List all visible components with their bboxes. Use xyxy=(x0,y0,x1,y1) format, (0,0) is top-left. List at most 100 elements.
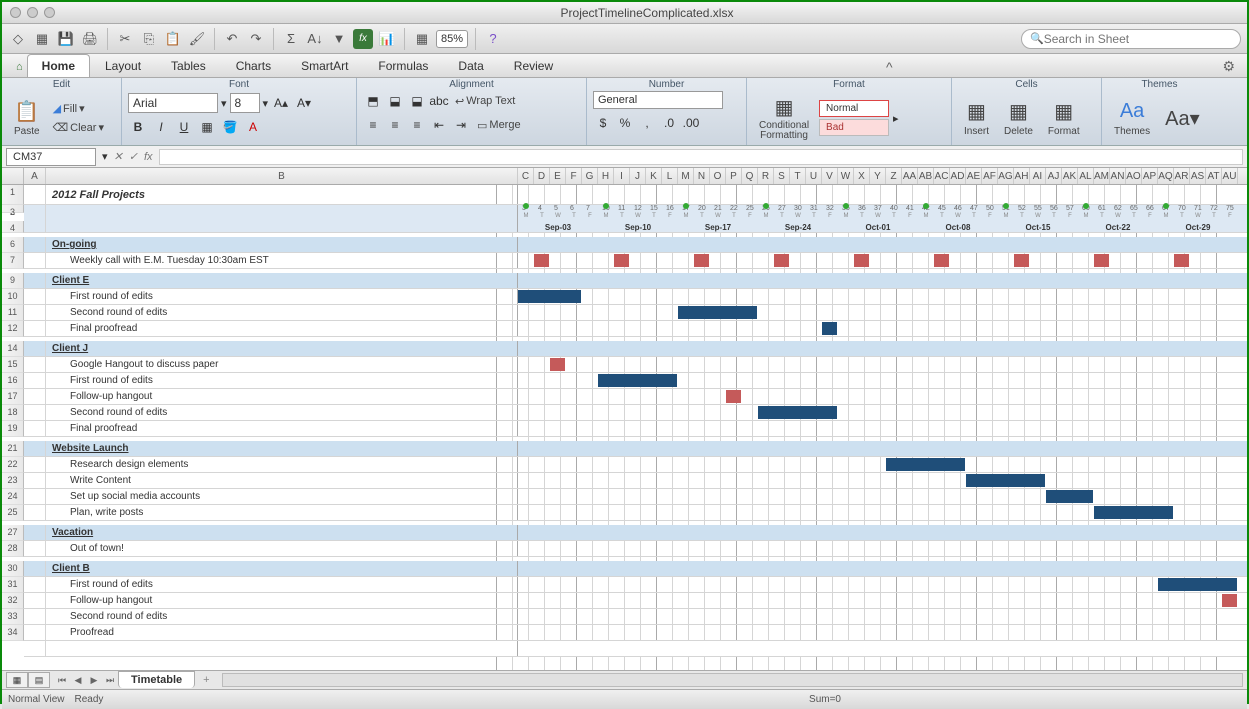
delete-button[interactable]: ▦Delete xyxy=(998,98,1039,139)
sheet-row[interactable]: 2012 Fall Projects xyxy=(24,185,1247,205)
col-header[interactable]: F xyxy=(566,168,582,184)
row-header[interactable]: 17 xyxy=(2,389,24,405)
percent-button[interactable]: % xyxy=(615,113,635,133)
sheet-row[interactable]: Follow-up hangout xyxy=(24,389,1247,405)
insert-button[interactable]: ▦Insert xyxy=(958,98,995,139)
col-header[interactable]: O xyxy=(710,168,726,184)
col-header[interactable]: AG xyxy=(998,168,1014,184)
row-header[interactable]: 32 xyxy=(2,593,24,609)
comma-button[interactable]: , xyxy=(637,113,657,133)
sheet-row[interactable] xyxy=(24,641,1247,657)
sheet-row[interactable]: Out of town! xyxy=(24,541,1247,557)
help-icon[interactable]: ? xyxy=(483,29,503,49)
increase-decimal-button[interactable]: .00 xyxy=(681,113,701,133)
row-header[interactable]: 23 xyxy=(2,473,24,489)
row-header[interactable]: 33 xyxy=(2,609,24,625)
save-icon[interactable]: 💾 xyxy=(56,29,76,49)
italic-button[interactable]: I xyxy=(151,117,171,137)
sheet-row[interactable]: Final proofread xyxy=(24,421,1247,437)
sheet-row[interactable]: Second round of edits xyxy=(24,305,1247,321)
merge-button[interactable]: ▭Merge xyxy=(473,115,525,135)
col-header[interactable]: AN xyxy=(1110,168,1126,184)
sheet-tab[interactable]: Timetable xyxy=(118,671,195,688)
tab-review[interactable]: Review xyxy=(499,54,568,77)
paste-icon[interactable]: 📋 xyxy=(163,29,183,49)
col-header[interactable]: AP xyxy=(1142,168,1158,184)
col-header[interactable]: R xyxy=(758,168,774,184)
col-header[interactable]: U xyxy=(806,168,822,184)
sheet-row[interactable]: Set up social media accounts xyxy=(24,489,1247,505)
col-header[interactable]: E xyxy=(550,168,566,184)
row-header[interactable]: 21 xyxy=(2,441,24,457)
minimize-icon[interactable] xyxy=(27,7,38,18)
col-header[interactable]: V xyxy=(822,168,838,184)
autosum-icon[interactable]: Σ xyxy=(281,29,301,49)
tab-smartart[interactable]: SmartArt xyxy=(286,54,363,77)
col-header[interactable]: W xyxy=(838,168,854,184)
fill-button[interactable]: ◢Fill▾ xyxy=(49,100,108,117)
row-header[interactable]: 30 xyxy=(2,561,24,577)
fill-color-button[interactable]: 🪣 xyxy=(220,117,240,137)
collapse-ribbon-icon[interactable]: ^ xyxy=(884,57,895,77)
col-header[interactable]: Q xyxy=(742,168,758,184)
sheet-row[interactable]: Second round of edits xyxy=(24,609,1247,625)
themes-button[interactable]: AaThemes xyxy=(1108,98,1156,139)
undo-icon[interactable]: ↶ xyxy=(222,29,242,49)
row-header[interactable]: 16 xyxy=(2,373,24,389)
col-header[interactable]: AH xyxy=(1014,168,1030,184)
first-sheet-button[interactable]: ⏮ xyxy=(54,672,70,688)
sheet-row[interactable]: Weekly call with E.M. Tuesday 10:30am ES… xyxy=(24,253,1247,269)
row-header[interactable]: 10 xyxy=(2,289,24,305)
chevron-down-icon[interactable]: ▾ xyxy=(263,97,269,110)
sheet-row[interactable]: First round of edits xyxy=(24,373,1247,389)
sheet-row[interactable]: Final proofread xyxy=(24,321,1247,337)
sheet-row[interactable]: Write Content xyxy=(24,473,1247,489)
row-header[interactable]: 24 xyxy=(2,489,24,505)
sheet-row[interactable]: Google Hangout to discuss paper xyxy=(24,357,1247,373)
last-sheet-button[interactable]: ⏭ xyxy=(102,672,118,688)
align-right-button[interactable]: ≡ xyxy=(407,115,427,135)
sheet-row[interactable]: Client J xyxy=(24,341,1247,357)
tab-data[interactable]: Data xyxy=(443,54,498,77)
col-header[interactable]: AF xyxy=(982,168,998,184)
open-icon[interactable]: ▦ xyxy=(32,29,52,49)
show-icon[interactable]: ▦ xyxy=(412,29,432,49)
sheet-row[interactable]: On-going xyxy=(24,237,1247,253)
wrap-text-button[interactable]: ↩Wrap Text xyxy=(451,91,519,111)
redo-icon[interactable]: ↷ xyxy=(246,29,266,49)
col-header[interactable]: K xyxy=(646,168,662,184)
row-header[interactable]: 34 xyxy=(2,625,24,641)
align-left-button[interactable]: ≡ xyxy=(363,115,383,135)
align-middle-button[interactable]: ⬓ xyxy=(385,91,405,111)
row-header[interactable]: 7 xyxy=(2,253,24,269)
col-header[interactable]: N xyxy=(694,168,710,184)
col-header[interactable]: A xyxy=(24,168,46,184)
decrease-decimal-button[interactable]: .0 xyxy=(659,113,679,133)
add-sheet-button[interactable]: + xyxy=(195,672,217,688)
sheet-row[interactable]: Client E xyxy=(24,273,1247,289)
zoom-icon[interactable] xyxy=(44,7,55,18)
tab-tables[interactable]: Tables xyxy=(156,54,221,77)
align-bottom-button[interactable]: ⬓ xyxy=(407,91,427,111)
col-header[interactable]: C xyxy=(518,168,534,184)
sort-icon[interactable]: A↓ xyxy=(305,29,325,49)
bold-button[interactable]: B xyxy=(128,117,148,137)
row-header[interactable]: 18 xyxy=(2,405,24,421)
horizontal-scrollbar[interactable] xyxy=(222,673,1243,687)
row-header[interactable]: 14 xyxy=(2,341,24,357)
col-header[interactable]: AK xyxy=(1062,168,1078,184)
search-box[interactable]: 🔍 xyxy=(1021,29,1241,49)
number-format-selector[interactable]: General xyxy=(593,91,723,109)
sheet-row[interactable]: Follow-up hangout xyxy=(24,593,1247,609)
align-center-button[interactable]: ≡ xyxy=(385,115,405,135)
row-header[interactable]: 28 xyxy=(2,541,24,557)
col-header[interactable]: AR xyxy=(1174,168,1190,184)
name-box[interactable]: CM37 xyxy=(6,148,96,166)
col-header[interactable]: AS xyxy=(1190,168,1206,184)
gear-icon[interactable]: ⚙ xyxy=(1220,56,1237,77)
row-header[interactable]: 25 xyxy=(2,505,24,521)
font-color-button[interactable]: A xyxy=(243,117,263,137)
format-painter-icon[interactable]: 🖌 xyxy=(187,29,207,49)
row-header[interactable]: 11 xyxy=(2,305,24,321)
col-header[interactable]: S xyxy=(774,168,790,184)
